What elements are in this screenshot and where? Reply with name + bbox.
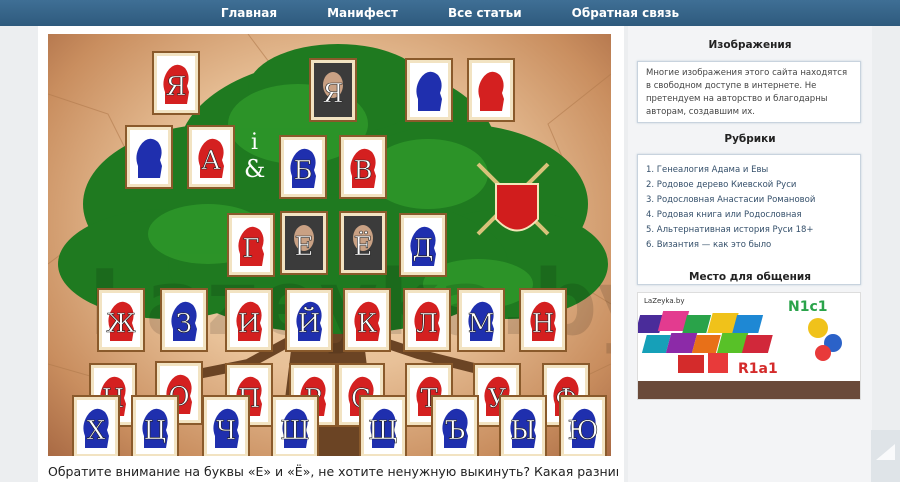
- card-letter: А: [201, 146, 221, 176]
- card-letter: Н: [532, 309, 555, 339]
- letter-card: В: [339, 135, 387, 199]
- rubric-link[interactable]: 2. Родовое дерево Киевской Руси: [646, 178, 852, 193]
- card-letter: М: [468, 309, 495, 339]
- card-letter: Ё: [354, 231, 373, 262]
- card-letter: К: [357, 309, 377, 339]
- letter-card: Ъ: [431, 395, 479, 456]
- letter-card: Ю: [559, 395, 607, 456]
- nav-all-articles[interactable]: Все статьи: [423, 0, 547, 26]
- letter-card: М: [457, 288, 505, 352]
- letter-card: Н: [519, 288, 567, 352]
- rubric-link[interactable]: 5. Альтернативная история Руси 18+: [646, 223, 852, 238]
- letter-card: Е: [280, 211, 328, 275]
- letter-card: Щ: [359, 395, 407, 456]
- rubric-link[interactable]: 1. Генеалогия Адама и Евы: [646, 163, 852, 178]
- card-letter: Ы: [510, 416, 536, 446]
- card-letter: Ц: [144, 416, 167, 446]
- card-letter: И: [238, 309, 261, 339]
- letter-card: [405, 58, 453, 122]
- card-letter: Ш: [280, 416, 310, 446]
- rubrics-widget-title: Рубрики: [724, 133, 776, 145]
- rubric-link[interactable]: 4. Родовая книга или Родословная: [646, 208, 852, 223]
- card-letter: Л: [416, 309, 438, 339]
- card-letter: Ч: [216, 416, 236, 446]
- letter-card: Й: [285, 288, 333, 352]
- letter-card: Д: [399, 213, 447, 277]
- chat-banner[interactable]: LaZeyka.by N1c1 R1a1: [637, 292, 861, 400]
- card-letter: Г: [242, 234, 259, 264]
- nav-home[interactable]: Главная: [196, 0, 302, 26]
- letter-card: [125, 125, 173, 189]
- card-letter: Й: [298, 307, 321, 339]
- card-letter: Ъ: [445, 416, 466, 446]
- letter-card: Ж: [97, 288, 145, 352]
- chat-widget-title: Место для общения: [689, 271, 811, 283]
- letter-card: Л: [403, 288, 451, 352]
- letter-card: А: [187, 125, 235, 189]
- card-letter: Ж: [106, 309, 135, 339]
- card-letter: Х: [87, 416, 106, 446]
- letter-card: З: [160, 288, 208, 352]
- banner-tag-n1c1: N1c1: [788, 299, 828, 315]
- rubrics-list: 1. Генеалогия Адама и Евы 2. Родовое дер…: [646, 163, 852, 253]
- banner-brand: LaZeyka.by: [644, 297, 684, 305]
- tree-illustration: i & Lazeyka.by ЯЯАБВГЕЁДЖЗИЙКЛМННОПРСТУФ…: [48, 34, 611, 456]
- scroll-to-top-button[interactable]: [871, 430, 900, 482]
- letter-card: [467, 58, 515, 122]
- nav-feedback[interactable]: Обратная связь: [547, 0, 704, 26]
- puzzle-banner-image: LaZeyka.by N1c1 R1a1: [638, 293, 860, 399]
- letter-card: Ё: [339, 211, 387, 275]
- banner-tag-r1a1: R1a1: [738, 361, 778, 377]
- letter-card: Х: [72, 395, 120, 456]
- card-letter: З: [176, 309, 192, 339]
- rubric-link[interactable]: 3. Родословная Анастасии Романовой: [646, 193, 852, 208]
- rubrics-list-box: 1. Генеалогия Адама и Евы 2. Родовое дер…: [637, 154, 861, 285]
- letter-card: Б: [279, 135, 327, 199]
- rubric-link[interactable]: 6. Византия — как это было: [646, 238, 852, 253]
- letter-card: Ц: [131, 395, 179, 456]
- letter-card: Я: [309, 58, 357, 122]
- main-content: i & Lazeyka.by ЯЯАБВГЕЁДЖЗИЙКЛМННОПРСТУФ…: [38, 26, 624, 482]
- images-notice: Многие изображения этого сайта находятся…: [637, 61, 861, 123]
- alphabet-tree-image: i & Lazeyka.by ЯЯАБВГЕЁДЖЗИЙКЛМННОПРСТУФ…: [48, 34, 611, 456]
- letter-card: Г: [227, 213, 275, 277]
- sidebar: Изображения Многие изображения этого сай…: [628, 26, 872, 482]
- letter-card: Ч: [202, 395, 250, 456]
- images-widget-title: Изображения: [708, 39, 792, 51]
- card-letter: Д: [412, 234, 433, 264]
- card-letter: Б: [293, 156, 312, 186]
- nav-manifest[interactable]: Манифест: [302, 0, 423, 26]
- arrow-up-icon: [876, 444, 895, 460]
- article-caption: Обратите внимание на буквы «Е» и «Ё», не…: [48, 464, 618, 479]
- card-letter: Ю: [567, 416, 598, 446]
- ampersand-i: i: [251, 130, 258, 155]
- card-letter: Щ: [368, 416, 398, 446]
- letter-card: Ш: [271, 395, 319, 456]
- top-navigation: Главная Манифест Все статьи Обратная свя…: [0, 0, 900, 26]
- card-letter: В: [353, 156, 372, 186]
- card-letter: Я: [323, 79, 344, 109]
- ampersand-symbol: &: [244, 155, 265, 183]
- card-letter: Е: [295, 232, 314, 262]
- letter-card: Ы: [499, 395, 547, 456]
- people-strip: [638, 381, 860, 399]
- letter-card: И: [225, 288, 273, 352]
- card-letter: Я: [166, 72, 187, 102]
- letter-card: К: [343, 288, 391, 352]
- letter-card: Я: [152, 51, 200, 115]
